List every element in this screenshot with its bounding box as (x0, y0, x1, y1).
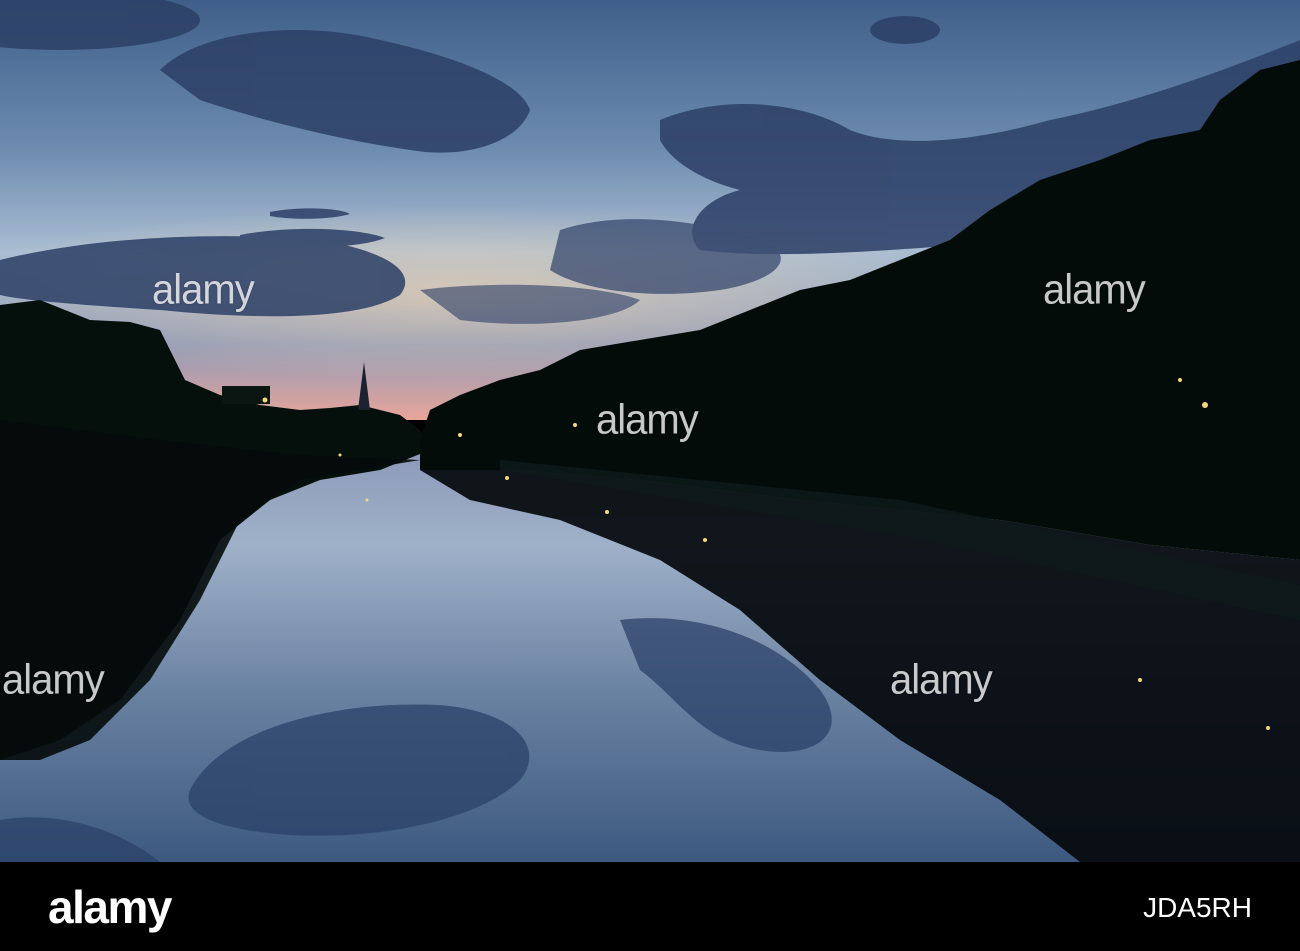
brand-logo[interactable]: alamy (48, 880, 172, 934)
watermark-text: alamy (890, 656, 993, 704)
image-code: JDA5RH (1143, 892, 1252, 923)
footer-bar: alamy JDA5RH (0, 862, 1300, 951)
distant-building (222, 386, 270, 404)
watermark-text: alamy (596, 396, 699, 444)
watermark-text: alamy (152, 266, 255, 314)
photo-area: alamy alamy alamy alamy alamy (0, 0, 1300, 862)
watermark-text: alamy (1043, 266, 1146, 314)
watermark-text: alamy (2, 656, 105, 704)
